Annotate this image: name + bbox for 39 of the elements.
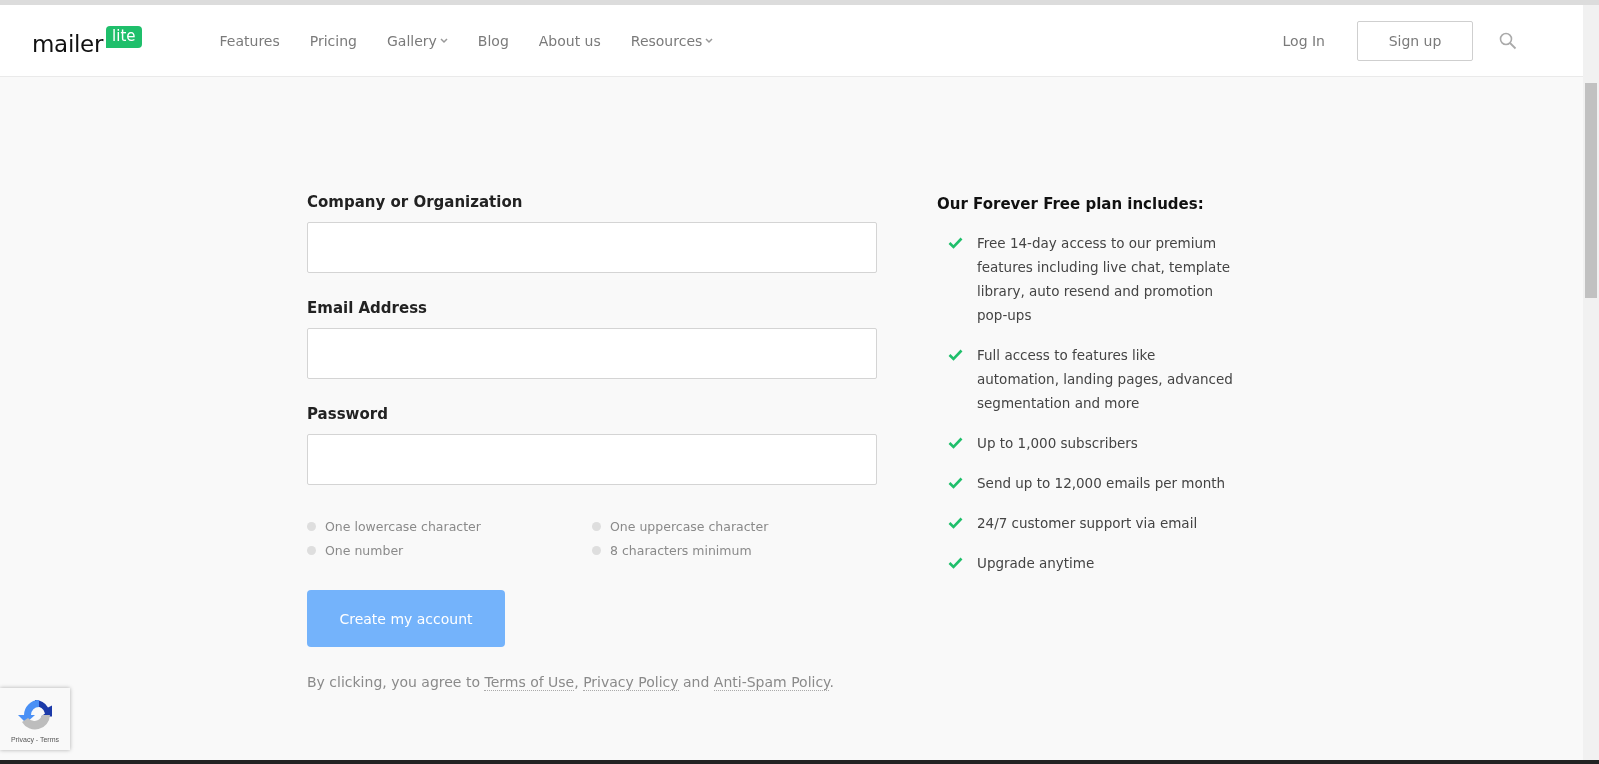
mailerlite-logo[interactable]: mailer lite [32,25,142,56]
search-icon[interactable] [1499,31,1517,50]
input-field[interactable] [307,434,877,485]
feature-text: Full access to features like automation, landing pages, advanced segmentation and more [977,346,1234,413]
field-label: Company or Organization [307,193,524,211]
policy-link[interactable]: Privacy Policy [583,674,679,691]
chevron-down-icon [439,37,448,44]
policy-link[interactable]: Terms of Use [484,674,575,691]
check-icon [948,237,963,249]
input-field[interactable] [307,328,877,379]
nav-link[interactable]: Features [219,32,280,49]
nav-link[interactable]: About us [538,32,601,49]
check-icon [948,517,963,529]
field-label: Password [307,405,389,423]
nav-link[interactable]: Resources [630,32,714,49]
requirement-text: One lowercase character [325,519,481,534]
policy-link[interactable]: Anti-Spam Policy [713,674,830,691]
check-icon [948,349,963,361]
field-label: Email Address [307,299,428,317]
login-link[interactable]: Log In [1282,32,1325,49]
check-icon [948,437,963,449]
nav-link[interactable]: Pricing [309,32,357,49]
feature-text: Up to 1,000 subscribers [977,434,1139,453]
signup-button[interactable]: Sign up [1357,20,1473,61]
input-field[interactable] [307,222,877,273]
requirement-text: 8 characters minimum [610,543,752,558]
feature-text: Free 14-day access to our premium features including live chat, template library, auto resend and promotion pop-ups [977,234,1231,325]
plan-title: Our Forever Free plan includes: [937,195,1205,213]
feature-text: Upgrade anytime [977,554,1096,573]
feature-text: Send up to 12,000 emails per month [977,474,1227,493]
check-icon [948,557,963,569]
nav-link[interactable]: Gallery [386,32,448,49]
chevron-down-icon [705,37,714,44]
agreement-text: By clicking, you agree to Terms of Use, Privacy Policy and Anti-Spam Policy. [307,674,835,690]
requirement-text: One number [325,543,404,558]
nav-link[interactable]: Blog [477,32,509,49]
check-icon [948,477,963,489]
requirement-text: One uppercase character [610,519,769,534]
feature-text: 24/7 customer support via email [977,514,1199,533]
